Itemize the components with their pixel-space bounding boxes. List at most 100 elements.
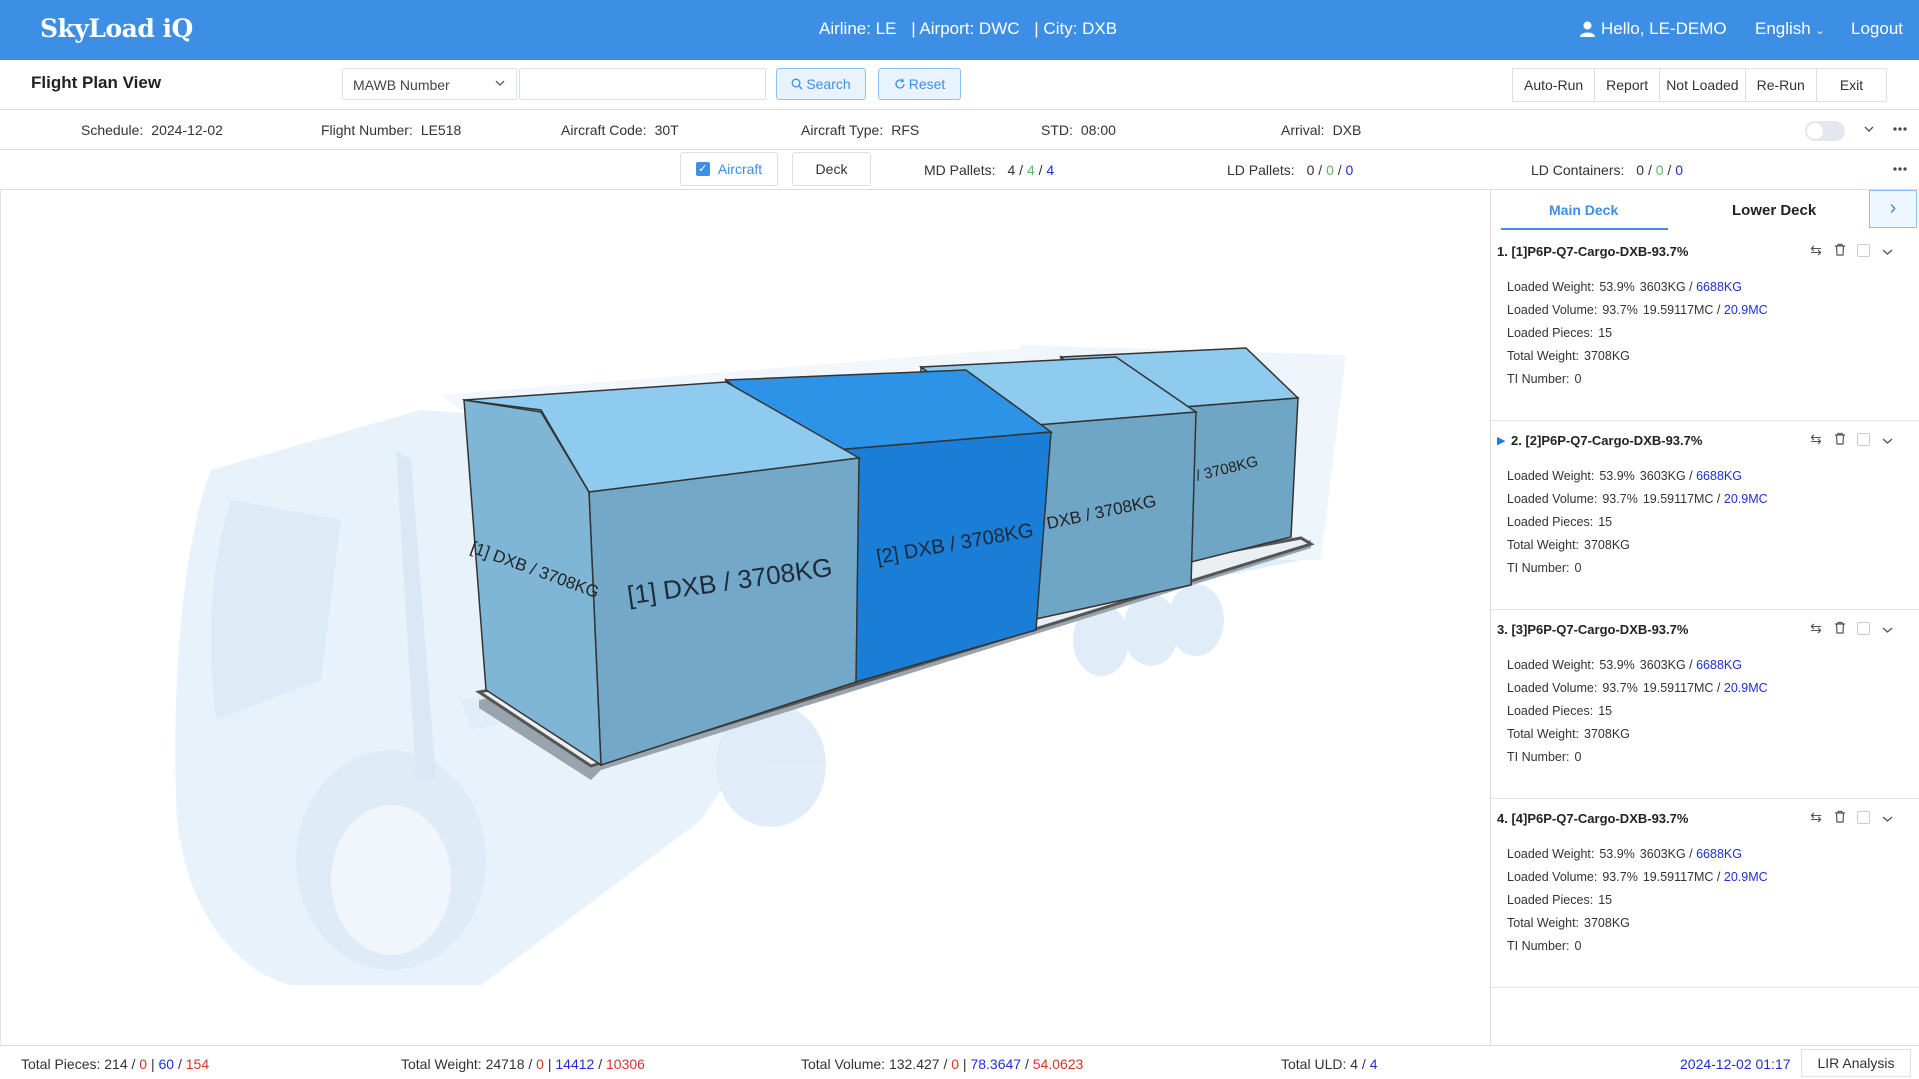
page-title: Flight Plan View — [31, 73, 162, 92]
reset-button[interactable]: Reset — [878, 68, 961, 100]
airline-text: Airline: LE — [819, 19, 897, 38]
chevron-down-icon[interactable] — [1880, 243, 1894, 259]
uld-field-row: TI Number: 0 — [1507, 939, 1581, 953]
uld-card-actions: ⇆ — [1809, 620, 1894, 637]
uld-field-value: 0 — [1574, 750, 1582, 764]
flight-number-field: Flight Number: LE518 — [321, 122, 461, 138]
uld-card-checkbox[interactable] — [1857, 811, 1870, 824]
uld-field-label: Loaded Pieces: — [1507, 704, 1594, 718]
uld-field-label: Loaded Volume: — [1507, 492, 1598, 506]
uld-field-pct: 53.9% — [1599, 469, 1635, 483]
uld-card-title: 4. [4]P6P-Q7-Cargo-DXB-93.7% — [1497, 811, 1689, 826]
city-text: | City: DXB — [1034, 19, 1118, 38]
uld-field-value: 3603KG / — [1639, 847, 1693, 861]
uld-field-value: 15 — [1598, 704, 1613, 718]
chevron-down-icon — [495, 80, 505, 86]
total-volume-value: 132.427 — [888, 1056, 940, 1072]
language-select[interactable]: English ⌄ — [1755, 19, 1825, 39]
report-button[interactable]: Report — [1595, 69, 1661, 101]
trash-icon[interactable] — [1833, 243, 1847, 259]
uld-field-pct: 93.7% — [1602, 303, 1638, 317]
schedule-value: 2024-12-02 — [151, 122, 223, 138]
uld-card-checkbox[interactable] — [1857, 622, 1870, 635]
trash-icon[interactable] — [1833, 810, 1847, 826]
deck-view-button[interactable]: Deck — [792, 152, 871, 186]
chevron-down-icon[interactable] — [1880, 432, 1894, 448]
user-greeting: Hello, LE-DEMO — [1601, 19, 1727, 38]
play-icon: ▶ — [1497, 435, 1506, 447]
tab-main-deck[interactable]: Main Deck — [1549, 202, 1618, 218]
uld-field-value: 0 — [1574, 372, 1582, 386]
exit-button[interactable]: Exit — [1817, 69, 1886, 101]
not-loaded-button[interactable]: Not Loaded — [1660, 69, 1746, 101]
uld-field-value: 3603KG / — [1639, 658, 1693, 672]
aircraft-view-toggle[interactable]: ✓ Aircraft — [680, 152, 778, 186]
uld-field-value: 0 — [1574, 939, 1582, 953]
uld-field-row: Loaded Pieces: 15 — [1507, 326, 1612, 340]
total-pieces: Total Pieces: 214 / 0 | 60 / 154 — [21, 1056, 210, 1072]
chevron-down-icon[interactable] — [1880, 621, 1894, 637]
total-uld-loaded: 4 — [1369, 1056, 1378, 1072]
uld-panel: Main Deck Lower Deck › 1. [1]P6P-Q7-Carg… — [1490, 190, 1919, 1045]
total-pieces-remaining: 0 — [139, 1056, 148, 1072]
uld-field-label: Total Weight: — [1507, 727, 1580, 741]
aircraft-type-label: Aircraft Type: — [801, 122, 884, 138]
uld-card-checkbox[interactable] — [1857, 433, 1870, 446]
swap-icon[interactable]: ⇆ — [1809, 809, 1823, 826]
timestamp: 2024-12-02 01:17 — [1680, 1056, 1791, 1072]
uld-card[interactable]: 3. [3]P6P-Q7-Cargo-DXB-93.7% ⇆ Loaded Weig… — [1491, 610, 1919, 799]
lir-analysis-button[interactable]: LIR Analysis — [1801, 1049, 1911, 1077]
uld-field-row: Loaded Weight: 53.9% 3603KG / 6688KG — [1507, 280, 1742, 294]
chevron-right-icon[interactable]: › — [1869, 190, 1917, 228]
active-tab-indicator — [1501, 228, 1668, 230]
trash-icon[interactable] — [1833, 621, 1847, 637]
3d-viewport[interactable]: [4] DXB / 3708KG [3] DXB / 3708KG [2] DX… — [0, 190, 1490, 1045]
uld-field-row: Loaded Volume: 93.7% 19.59117MC / 20.9MC — [1507, 303, 1768, 317]
trash-icon[interactable] — [1833, 432, 1847, 448]
logout-link[interactable]: Logout — [1851, 19, 1903, 39]
uld-field-pct: 53.9% — [1599, 658, 1635, 672]
more-icon[interactable] — [1893, 167, 1907, 171]
action-buttons: Auto-Run Report Not Loaded Re-Run Exit — [1512, 68, 1888, 102]
uld-field-value: 3603KG / — [1639, 280, 1693, 294]
uld-card-title: 3. [3]P6P-Q7-Cargo-DXB-93.7% — [1497, 622, 1689, 637]
uld-field-row: TI Number: 0 — [1507, 372, 1581, 386]
uld-card-title: 2. [2]P6P-Q7-Cargo-DXB-93.7% — [1511, 433, 1703, 448]
uld-field-label: Total Weight: — [1507, 349, 1580, 363]
uld-card-actions: ⇆ — [1809, 809, 1894, 826]
chevron-down-icon[interactable] — [1863, 125, 1875, 135]
swap-icon[interactable]: ⇆ — [1809, 242, 1823, 259]
aircraft-code-label: Aircraft Code: — [561, 122, 647, 138]
uld-card[interactable]: 4. [4]P6P-Q7-Cargo-DXB-93.7% ⇆ Loaded Weig… — [1491, 799, 1919, 988]
refresh-icon — [895, 78, 905, 89]
total-volume-loaded: 78.3647 — [970, 1056, 1022, 1072]
total-uld-value: 4 — [1350, 1056, 1359, 1072]
uld-field-max: 20.9MC — [1723, 681, 1768, 695]
swap-icon[interactable]: ⇆ — [1809, 620, 1823, 637]
aircraft-code-field: Aircraft Code: 30T — [561, 122, 679, 138]
uld-card-checkbox[interactable] — [1857, 244, 1870, 257]
uld-field-value: 19.59117MC / — [1642, 303, 1721, 317]
re-run-button[interactable]: Re-Run — [1746, 69, 1817, 101]
chevron-down-icon[interactable] — [1880, 810, 1894, 826]
swap-icon[interactable]: ⇆ — [1809, 431, 1823, 448]
uld-field-pct: 93.7% — [1602, 492, 1638, 506]
uld-field-row: Loaded Weight: 53.9% 3603KG / 6688KG — [1507, 847, 1742, 861]
user-menu[interactable]: Hello, LE-DEMO — [1580, 19, 1727, 39]
search-input[interactable] — [519, 68, 766, 100]
uld-card[interactable]: ▶ 2. [2]P6P-Q7-Cargo-DXB-93.7% ⇆ Loaded Wei… — [1491, 421, 1919, 610]
uld-field-label: Loaded Pieces: — [1507, 326, 1594, 340]
uld-card[interactable]: 1. [1]P6P-Q7-Cargo-DXB-93.7% ⇆ Loaded Weig… — [1491, 232, 1919, 421]
display-toggle[interactable] — [1805, 121, 1845, 141]
view-controls-bar: ✓ Aircraft Deck MD Pallets: 4 / 4 / 4 LD… — [0, 150, 1919, 190]
reset-label: Reset — [908, 76, 946, 92]
ld-containers-planned: 0 — [1675, 162, 1684, 178]
auto-run-button[interactable]: Auto-Run — [1513, 69, 1596, 101]
uld-field-label: TI Number: — [1507, 939, 1570, 953]
std-value: 08:00 — [1080, 122, 1116, 138]
more-icon[interactable] — [1893, 127, 1907, 131]
search-type-select[interactable]: MAWB Number — [342, 68, 517, 100]
tab-lower-deck[interactable]: Lower Deck — [1732, 202, 1816, 219]
arrival-value: DXB — [1332, 122, 1362, 138]
search-button[interactable]: Search — [776, 68, 866, 100]
